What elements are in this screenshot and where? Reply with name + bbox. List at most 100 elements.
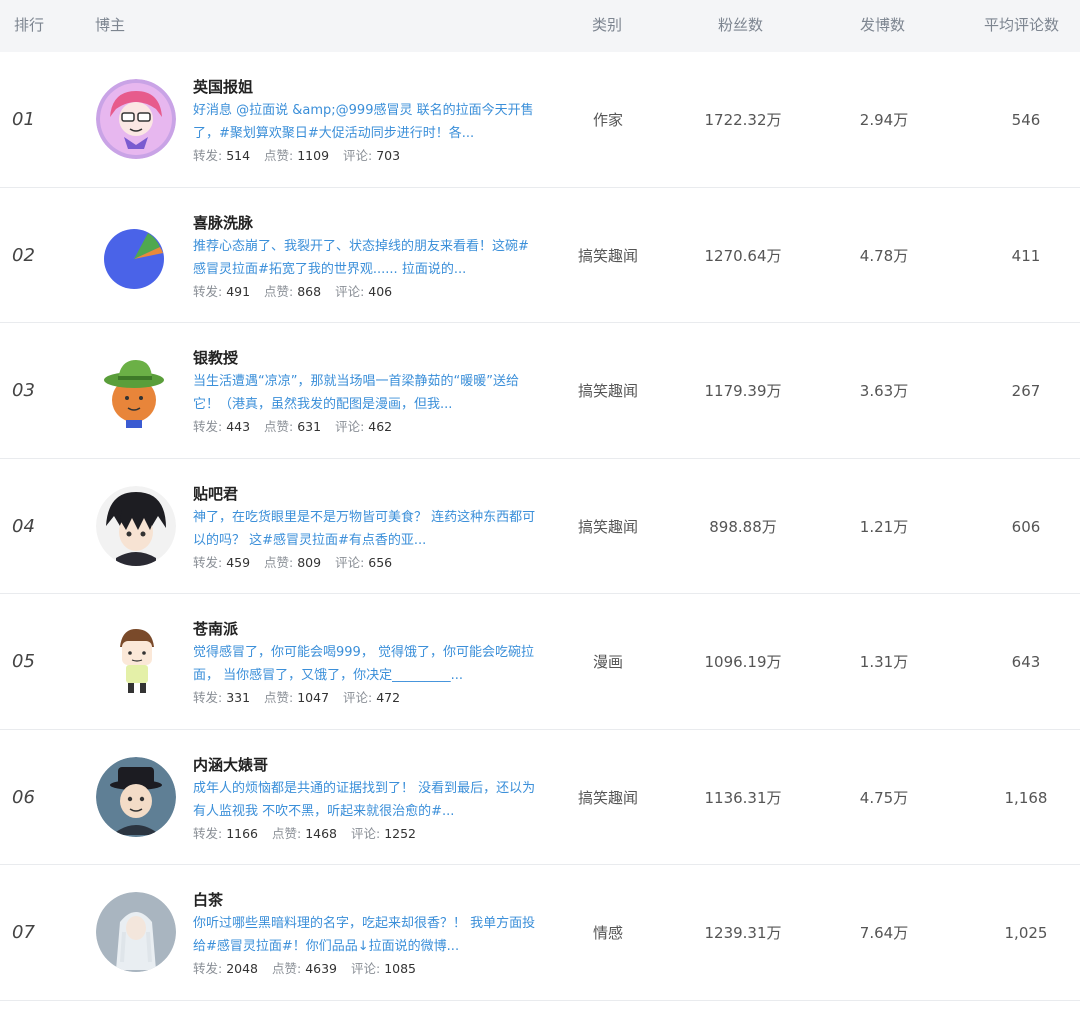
blogger-info: 银教授 当生活遭遇“凉凉”，那就当场唱一首梁静茹的“暖暖”送给它！（港真，虽然我… xyxy=(193,348,538,437)
repost-count: 491 xyxy=(226,283,251,299)
post-stats: 转发: 459 点赞: 809 评论: 656 xyxy=(193,553,538,573)
repost-label: 转发: xyxy=(193,961,227,976)
blogger-name[interactable]: 英国报姐 xyxy=(193,77,538,99)
comments-label: 评论: xyxy=(335,419,369,434)
likes-count: 868 xyxy=(297,283,322,299)
post-excerpt[interactable]: 成年人的烦恼都是共通的证据找到了！ 没看到最后，还以为有人监视我 不吹不黑，听起… xyxy=(193,777,538,823)
likes-label: 点赞: xyxy=(264,554,298,570)
table-row[interactable]: 07 白茶 你听过哪些黑暗料理的名字，吃起来却很香？！ 我单方面投给#感冒灵拉面… xyxy=(0,865,1080,1001)
posts-cell: 4.75万 xyxy=(859,788,909,807)
category-cell: 情感 xyxy=(592,924,623,942)
header-rank[interactable]: 排行 xyxy=(14,15,44,35)
avatar[interactable] xyxy=(96,621,176,701)
posts-cell: 7.64万 xyxy=(859,924,909,942)
avatar[interactable] xyxy=(96,485,176,566)
repost-label: 转发: xyxy=(193,554,227,570)
comments-count: 1085 xyxy=(384,961,416,976)
header-posts[interactable]: 发博数 xyxy=(860,15,905,35)
blogger-name[interactable]: 贴吧君 xyxy=(193,484,538,506)
avg-comments-cell: 411 xyxy=(1011,246,1041,265)
table-row[interactable]: 06 内涵大婊哥 成年人的烦恼都是共通的证据找到了！ 没看到最后，还以为有人监视… xyxy=(0,730,1080,865)
table-row[interactable]: 02 喜脉洗脉 推荐心态崩了、我裂开了、状态掉线的朋友来看看！这碗#感冒灵拉面#… xyxy=(0,188,1080,323)
post-excerpt[interactable]: 推荐心态崩了、我裂开了、状态掉线的朋友来看看！这碗#感冒灵拉面#拓宽了我的世界观… xyxy=(193,235,538,281)
comments-label: 评论: xyxy=(351,825,385,841)
comments-label: 评论: xyxy=(335,554,369,570)
fans-cell: 1239.31万 xyxy=(704,924,782,942)
avg-comments-cell: 1,168 xyxy=(1004,788,1048,807)
blogger-name[interactable]: 苍南派 xyxy=(193,619,538,641)
likes-count: 1047 xyxy=(297,690,330,705)
repost-count: 2048 xyxy=(226,961,258,976)
table-row[interactable]: 03 银教授 当生活遭遇“凉凉”，那就当场唱一首梁静茹的“暖暖”送给它！（港真，… xyxy=(0,323,1080,459)
repost-count: 1166 xyxy=(226,825,258,841)
blogger-info: 喜脉洗脉 推荐心态崩了、我裂开了、状态掉线的朋友来看看！这碗#感冒灵拉面#拓宽了… xyxy=(193,213,538,302)
comments-label: 评论: xyxy=(343,148,377,163)
fans-cell: 1722.32万 xyxy=(704,111,782,129)
post-excerpt[interactable]: 你听过哪些黑暗料理的名字，吃起来却很香？！ 我单方面投给#感冒灵拉面#！你们品品… xyxy=(193,912,538,958)
repost-label: 转发: xyxy=(193,825,227,841)
repost-count: 514 xyxy=(226,148,251,163)
post-excerpt[interactable]: 神了，在吃货眼里是不是万物皆可美食？ 连药这种东西都可以的吗？ 这#感冒灵拉面#… xyxy=(193,506,538,552)
avatar[interactable] xyxy=(96,892,176,972)
category-cell: 漫画 xyxy=(592,653,623,671)
blogger-name[interactable]: 喜脉洗脉 xyxy=(193,213,538,235)
avg-comments-cell: 546 xyxy=(1011,111,1041,129)
post-stats: 转发: 491 点赞: 868 评论: 406 xyxy=(193,282,538,302)
comments-count: 1252 xyxy=(384,825,416,841)
repost-label: 转发: xyxy=(193,283,227,299)
likes-count: 809 xyxy=(297,554,322,570)
fans-cell: 1096.19万 xyxy=(704,653,782,671)
post-stats: 转发: 514 点赞: 1109 评论: 703 xyxy=(193,146,538,166)
post-excerpt[interactable]: 当生活遭遇“凉凉”，那就当场唱一首梁静茹的“暖暖”送给它！（港真，虽然我发的配图… xyxy=(193,370,538,416)
avatar[interactable] xyxy=(96,79,176,159)
header-category[interactable]: 类别 xyxy=(592,15,622,35)
avatar[interactable] xyxy=(96,350,176,430)
repost-label: 转发: xyxy=(193,148,227,163)
post-excerpt[interactable]: 觉得感冒了，你可能会喝999， 觉得饿了，你可能会吃碗拉面， 当你感冒了，又饿了… xyxy=(193,641,538,687)
header-blogger[interactable]: 博主 xyxy=(95,15,125,35)
post-stats: 转发: 331 点赞: 1047 评论: 472 xyxy=(193,688,538,708)
likes-count: 631 xyxy=(297,419,322,434)
category-cell: 搞笑趣闻 xyxy=(577,788,638,807)
blogger-info: 贴吧君 神了，在吃货眼里是不是万物皆可美食？ 连药这种东西都可以的吗？ 这#感冒… xyxy=(193,484,538,573)
likes-count: 1109 xyxy=(297,148,330,163)
posts-cell: 2.94万 xyxy=(859,111,909,129)
header-avg-comments[interactable]: 平均评论数 xyxy=(984,15,1059,35)
avg-comments-cell: 643 xyxy=(1011,653,1041,671)
blogger-name[interactable]: 白茶 xyxy=(193,890,538,912)
fans-cell: 1179.39万 xyxy=(704,382,782,400)
rank-number: 03 xyxy=(12,380,35,401)
repost-count: 443 xyxy=(226,419,251,434)
comments-label: 评论: xyxy=(343,690,377,705)
blogger-name[interactable]: 内涵大婊哥 xyxy=(193,755,538,777)
fans-cell: 1136.31万 xyxy=(704,788,782,807)
header-fans[interactable]: 粉丝数 xyxy=(718,15,763,35)
posts-cell: 1.21万 xyxy=(859,517,909,536)
likes-label: 点赞: xyxy=(264,419,298,434)
likes-label: 点赞: xyxy=(272,961,306,976)
post-stats: 转发: 443 点赞: 631 评论: 462 xyxy=(193,417,538,437)
rank-number: 01 xyxy=(12,109,35,130)
rank-number: 05 xyxy=(12,651,35,672)
comments-count: 656 xyxy=(368,554,393,570)
post-excerpt[interactable]: 好消息 @拉面说 &amp;@999感冒灵 联名的拉面今天开售了，#聚划算欢聚日… xyxy=(193,99,538,145)
rank-number: 04 xyxy=(12,515,35,537)
blogger-name[interactable]: 银教授 xyxy=(193,348,538,370)
comments-count: 462 xyxy=(368,419,393,434)
repost-label: 转发: xyxy=(193,690,227,705)
blogger-info: 内涵大婊哥 成年人的烦恼都是共通的证据找到了！ 没看到最后，还以为有人监视我 不… xyxy=(193,755,538,844)
comments-label: 评论: xyxy=(351,961,385,976)
table-row[interactable]: 01 英国报姐 好消息 @拉面说 &amp;@999感冒灵 联名的拉面今天开售了… xyxy=(0,52,1080,188)
blogger-info: 英国报姐 好消息 @拉面说 &amp;@999感冒灵 联名的拉面今天开售了，#聚… xyxy=(193,77,538,166)
post-stats: 转发: 1166 点赞: 1468 评论: 1252 xyxy=(193,824,538,844)
repost-count: 331 xyxy=(226,690,251,705)
avg-comments-cell: 1,025 xyxy=(1004,924,1048,942)
avatar[interactable] xyxy=(96,756,176,837)
rank-number: 02 xyxy=(12,244,35,266)
table-row[interactable]: 04 贴吧君 神了，在吃货眼里是不是万物皆可美食？ 连药这种东西都可以的吗？ 这… xyxy=(0,459,1080,594)
blogger-ranking-table: 排行 博主 类别 粉丝数 发博数 平均评论数 01 英国报姐 好消息 @拉面说 … xyxy=(0,0,1080,1001)
fans-cell: 1270.64万 xyxy=(704,246,782,265)
comments-count: 472 xyxy=(376,690,401,705)
table-row[interactable]: 05 苍南派 觉得感冒了，你可能会喝999， 觉得饿了，你可能会吃碗拉面， 当你… xyxy=(0,594,1080,730)
avatar[interactable] xyxy=(96,214,176,295)
